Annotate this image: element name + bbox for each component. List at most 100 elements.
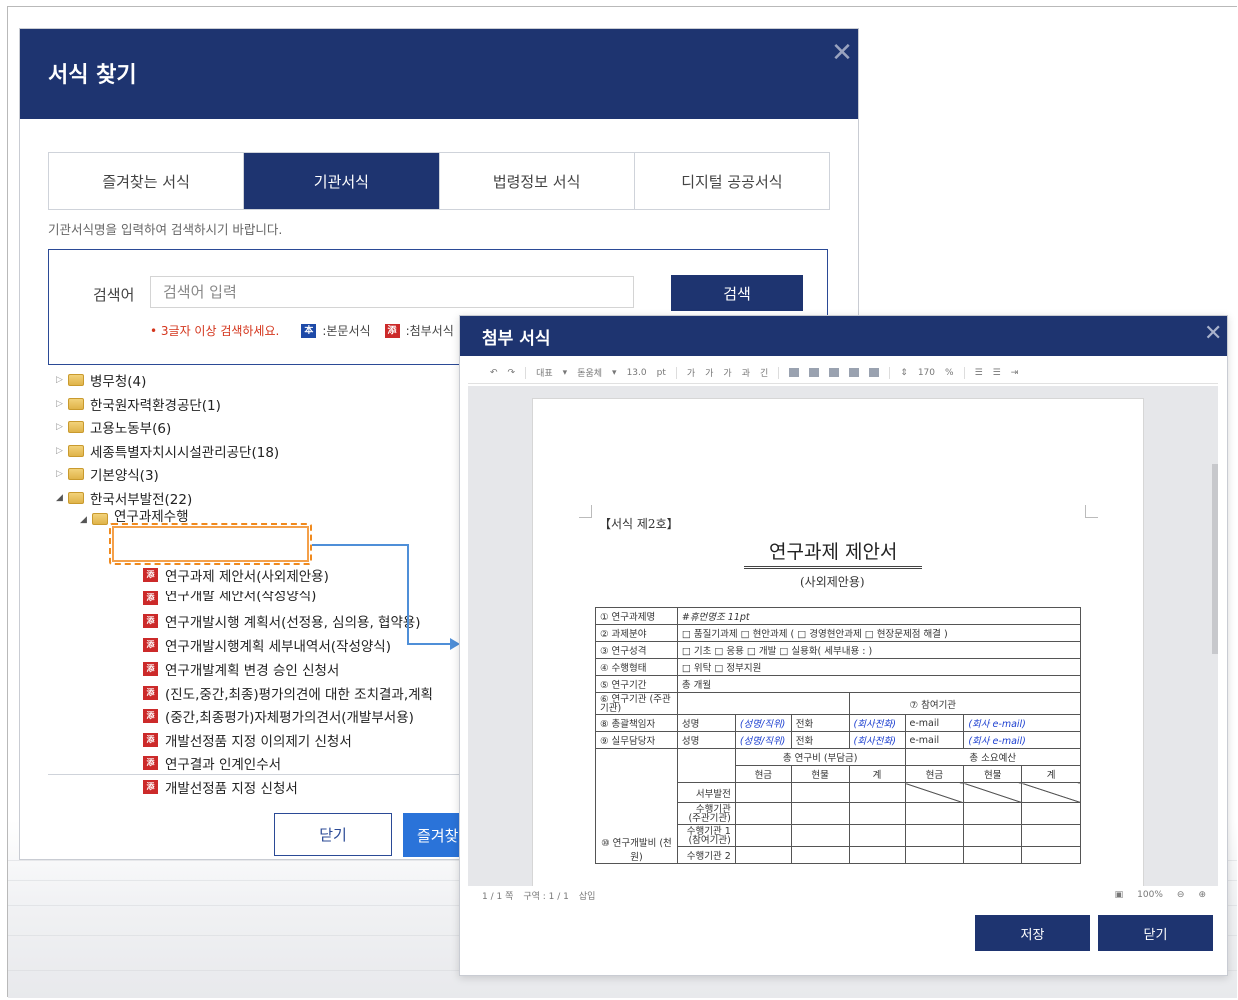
dropdown-icon[interactable]: ▾ [612, 368, 617, 378]
dialog-header: 서식 찾기 ✕ [20, 29, 858, 119]
align-distribute-icon[interactable] [869, 368, 880, 377]
table-cell[interactable] [1021, 802, 1081, 825]
view-mode-icon[interactable]: ▣ [1115, 890, 1124, 900]
tree-item[interactable]: 添 개발선정품 지정 이의제기 신청서 [143, 729, 352, 751]
table-cell[interactable] [904, 824, 965, 847]
search-button[interactable]: 검색 [671, 275, 803, 311]
font-select[interactable]: 돋움체 [577, 366, 602, 379]
tel-value[interactable]: (회사전화) [848, 714, 906, 732]
style-select[interactable]: 대표 [536, 366, 553, 379]
zoom-level[interactable]: 100% [1137, 890, 1163, 900]
table-cell[interactable] [904, 802, 965, 825]
tab-agency-forms[interactable]: 기관서식 [244, 153, 440, 209]
row-value[interactable]: □ 기초 □ 응용 □ 개발 □ 실용화( 세부내용 : ) [676, 641, 1082, 659]
close-icon[interactable]: ✕ [830, 40, 854, 66]
tree-item-selected[interactable]: 添 연구과제 제안서(사외제안용) [143, 564, 329, 586]
table-cell[interactable] [790, 802, 850, 825]
tree-item[interactable]: ◢ 한국서부발전(22) [56, 487, 192, 509]
font-unit[interactable]: pt [657, 368, 666, 378]
tree-item[interactable]: ▷ 고용노동부(6) [56, 416, 171, 438]
tree-item[interactable]: 添 (진도,중간,최종)평가의견에 대한 조치결과,계획 [143, 682, 433, 704]
numbered-list-icon[interactable]: ☰ [975, 368, 983, 378]
expand-arrow-icon[interactable]: ▷ [56, 399, 68, 409]
row-value[interactable] [676, 692, 850, 715]
font-color-button[interactable]: 긴 [760, 366, 768, 379]
mail-value[interactable]: (회사 e-mail) [963, 731, 1081, 749]
table-cell[interactable] [790, 782, 850, 803]
tel-value[interactable]: (회사전화) [848, 731, 906, 749]
table-cell[interactable] [734, 782, 792, 803]
table-cell[interactable] [1021, 846, 1081, 864]
table-cell[interactable] [904, 846, 965, 864]
name-value[interactable]: (성명/직위) [734, 731, 792, 749]
tab-digital-forms[interactable]: 디지털 공공서식 [634, 153, 829, 209]
tree-item[interactable]: ▷ 병무청(4) [56, 369, 146, 391]
tree-item[interactable]: 添 연구개발계획 변경 승인 신청서 [143, 658, 339, 680]
close-button[interactable]: 닫기 [274, 813, 392, 856]
table-cell[interactable] [963, 824, 1023, 847]
tree-item-label: 연구개발시행계획 세부내역서(작성양식) [165, 639, 391, 655]
line-spacing-icon[interactable]: ⇕ [900, 368, 908, 378]
document-viewer[interactable]: 【서식 제2호】 연구과제 제안서 (사외제안용) ① 연구과제명 #휴먼명조 … [468, 386, 1218, 886]
dropdown-icon[interactable]: ▾ [563, 368, 568, 378]
tree-item[interactable]: ▷ 기본양식(3) [56, 463, 159, 485]
expand-arrow-icon[interactable]: ▷ [56, 469, 68, 479]
row-value[interactable]: □ 위탁 □ 정부지원 [676, 658, 1082, 676]
bold-button[interactable]: 가 [687, 366, 695, 379]
table-cell[interactable] [790, 846, 850, 864]
table-cell[interactable] [848, 824, 906, 847]
tree-item[interactable]: 添 연구결과 인계인수서 [143, 752, 281, 774]
tree-item[interactable]: 添 (중간,최종평가)자체평가의견서(개발부서용) [143, 705, 414, 727]
table-cell[interactable] [734, 846, 792, 864]
tab-law-forms[interactable]: 법령정보 서식 [439, 153, 635, 209]
search-hint: 기관서식명을 입력하여 검색하시기 바랍니다. [48, 222, 283, 237]
align-left-icon[interactable] [809, 368, 820, 377]
table-cell[interactable] [848, 802, 906, 825]
row-value[interactable]: 총 개월 [676, 675, 1082, 693]
undo-icon[interactable]: ↶ [490, 368, 498, 378]
table-cell[interactable] [963, 802, 1023, 825]
tab-favorite-forms[interactable]: 즐겨찾는 서식 [49, 153, 245, 209]
save-button[interactable]: 저장 [975, 915, 1090, 951]
tree-item[interactable]: 添 연구개발 제안서(작성양식) [143, 591, 316, 605]
align-right-icon[interactable] [849, 368, 860, 377]
strike-button[interactable]: 과 [742, 366, 750, 379]
collapse-arrow-icon[interactable]: ◢ [80, 515, 92, 525]
search-input[interactable] [150, 276, 634, 308]
row-value[interactable]: #휴먼명조 11pt [676, 607, 1082, 625]
zoom-out-icon[interactable]: ⊖ [1177, 890, 1185, 900]
close-icon[interactable]: ✕ [1204, 323, 1222, 345]
tree-item[interactable]: 添 연구개발시행 계획서(선정용, 심의용, 협약용) [143, 610, 421, 632]
close-button[interactable]: 닫기 [1098, 915, 1213, 951]
collapse-arrow-icon[interactable]: ◢ [56, 493, 68, 503]
expand-arrow-icon[interactable]: ▷ [56, 446, 68, 456]
table-cell[interactable] [734, 802, 792, 825]
mail-value[interactable]: (회사 e-mail) [963, 714, 1081, 732]
table-cell[interactable] [790, 824, 850, 847]
table-cell[interactable] [848, 846, 906, 864]
table-cell[interactable] [963, 846, 1023, 864]
align-center-icon[interactable] [829, 368, 840, 377]
table-cell[interactable] [848, 782, 906, 803]
expand-arrow-icon[interactable]: ▷ [56, 422, 68, 432]
expand-arrow-icon[interactable]: ▷ [56, 375, 68, 385]
tree-item[interactable]: ▷ 한국원자력환경공단(1) [56, 393, 221, 415]
zoom-in-icon[interactable]: ⊕ [1198, 890, 1206, 900]
line-spacing-input[interactable]: 170 [918, 368, 935, 378]
underline-button[interactable]: 가 [723, 366, 731, 379]
tree-item[interactable]: 添 개발선정품 지정 신청서 [143, 776, 298, 798]
line-spacing-unit[interactable]: % [945, 368, 954, 378]
indent-icon[interactable]: ⇥ [1011, 368, 1019, 378]
name-value[interactable]: (성명/직위) [734, 714, 792, 732]
table-cell[interactable] [734, 824, 792, 847]
bullet-list-icon[interactable]: ☰ [993, 368, 1001, 378]
redo-icon[interactable]: ↷ [508, 368, 516, 378]
font-size-input[interactable]: 13.0 [627, 368, 647, 378]
tree-item[interactable]: 添 연구개발시행계획 세부내역서(작성양식) [143, 634, 391, 656]
table-cell[interactable] [1021, 824, 1081, 847]
align-justify-icon[interactable] [789, 368, 800, 377]
tree-item[interactable]: ▷ 세종특별자치시시설관리공단(18) [56, 440, 279, 462]
vertical-scrollbar[interactable] [1212, 464, 1218, 654]
italic-button[interactable]: 가 [705, 366, 713, 379]
row-value[interactable]: □ 품질기과제 □ 현안과제 ( □ 경영현안과제 □ 현장문제점 해결 ) [676, 624, 1082, 642]
